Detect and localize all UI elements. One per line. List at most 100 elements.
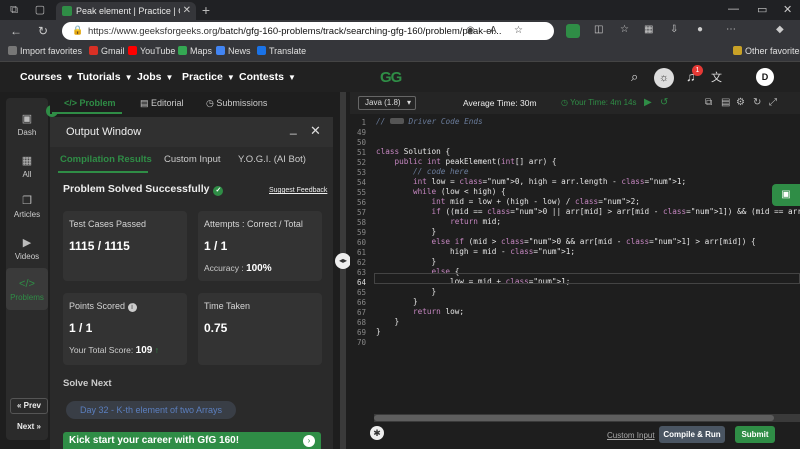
document-icon[interactable]: ▤ xyxy=(721,97,730,108)
next-button[interactable]: Next » xyxy=(10,420,48,436)
favorites-icon[interactable]: ☆ xyxy=(620,24,629,35)
browser-tab[interactable]: Peak element | Practice | GeeksforGeeks … xyxy=(56,2,196,20)
compile-run-button[interactable]: Compile & Run xyxy=(659,426,725,443)
bookmark-maps[interactable]: Maps xyxy=(178,46,212,56)
chat-icon[interactable]: ▣ xyxy=(772,184,800,206)
close-tab-icon[interactable]: ✕ xyxy=(183,5,191,16)
bookmark-translate[interactable]: Translate xyxy=(257,46,306,56)
close-window-icon[interactable]: ✕ xyxy=(783,3,792,16)
new-tab-icon[interactable]: + xyxy=(200,3,212,17)
chevron-down-icon: ▼ xyxy=(66,73,74,82)
language-select[interactable]: Java (1.8) ▾ xyxy=(358,96,416,110)
prev-button[interactable]: « Prev xyxy=(10,398,48,414)
info-icon: i xyxy=(127,303,137,312)
copilot-icon[interactable]: ◆ xyxy=(776,24,784,35)
promo-banner[interactable]: Kick start your career with GfG 160! › xyxy=(63,432,321,449)
tab-compilation-results[interactable]: Compilation Results xyxy=(60,154,152,165)
horizontal-scrollbar[interactable] xyxy=(374,414,800,422)
custom-input-link[interactable]: Custom Input xyxy=(607,431,655,440)
play-timer-icon[interactable]: ▶ xyxy=(644,97,652,108)
bookmark-news[interactable]: News xyxy=(216,46,251,56)
scrollbar-thumb[interactable] xyxy=(374,415,774,421)
url-path: /batch/gfg-160-problems/track/searching-… xyxy=(217,26,502,37)
refresh-icon[interactable]: ↻ xyxy=(38,24,48,38)
split-screen-icon[interactable]: ◫ xyxy=(594,24,603,35)
more-icon[interactable]: ⋯ xyxy=(726,24,736,35)
other-favorites[interactable]: Other favorites xyxy=(733,46,800,56)
gfg-logo-icon[interactable]: GG xyxy=(380,69,402,86)
next-problem-chip[interactable]: Day 32 - K-th element of two Arrays xyxy=(66,401,236,419)
problem-tabs: </> Problem ▤ Editorial ◷ Submissions xyxy=(50,92,340,114)
suggest-feedback-link[interactable]: Suggest Feedback xyxy=(269,187,327,194)
downloads-icon[interactable]: ⇩ xyxy=(670,24,678,35)
line-number: 1 xyxy=(361,118,366,127)
sidebar-item-dash[interactable]: ▣ Dash xyxy=(6,112,48,137)
tab-actions-icon[interactable]: ▢ xyxy=(34,4,46,16)
avatar[interactable]: D xyxy=(756,68,774,86)
code-line: } xyxy=(376,287,437,296)
tab-yogi-bot[interactable]: Y.O.G.I. (AI Bot) xyxy=(238,154,306,165)
grid-icon: ▦ xyxy=(21,155,33,167)
code-line: while (low < high) { xyxy=(413,187,506,196)
menu-practice[interactable]: Practice ▼ xyxy=(182,71,235,83)
minimize-icon[interactable]: — xyxy=(728,3,739,15)
bookmark-import-favorites[interactable]: Import favorites xyxy=(8,46,82,56)
points-card: Points Scored i 1 / 1 Your Total Score: … xyxy=(63,293,187,365)
resize-handle-icon[interactable]: ◂▸ xyxy=(335,253,351,269)
collections-icon[interactable]: ▦ xyxy=(644,24,653,35)
output-window-title: Output Window xyxy=(66,126,142,138)
video-icon: ▶ xyxy=(22,237,32,249)
menu-jobs[interactable]: Jobs ▼ xyxy=(137,71,173,83)
bookmark-youtube[interactable]: YouTube xyxy=(128,46,175,56)
solve-next-heading: Solve Next xyxy=(63,378,112,389)
tab-custom-input[interactable]: Custom Input xyxy=(164,154,221,165)
sidebar-item-problems[interactable]: </> Problems xyxy=(6,268,48,310)
submit-button[interactable]: Submit xyxy=(735,426,775,443)
menu-courses[interactable]: Courses ▼ xyxy=(20,71,74,83)
tab-problem[interactable]: </> Problem xyxy=(64,98,116,108)
code-line: else if (mid > class="num">0 && arr[mid … xyxy=(431,237,756,246)
banner-text: Kick start your career with GfG 160! xyxy=(69,435,240,446)
read-aloud-icon[interactable]: A xyxy=(490,25,497,36)
translate-icon[interactable]: 文 xyxy=(711,69,722,85)
chevron-down-icon: ▼ xyxy=(287,73,296,82)
theme-toggle-icon[interactable]: ☼ xyxy=(654,68,674,88)
browser-tab-bar: ⧉ ▢ Peak element | Practice | GeeksforGe… xyxy=(0,0,800,20)
menu-contests[interactable]: Contests ▼ xyxy=(239,71,296,83)
close-icon[interactable]: ✕ xyxy=(310,123,321,139)
code-editor[interactable]: // Driver Code Ends class Solution { publ… xyxy=(374,114,800,414)
tab-editorial[interactable]: ▤ Editorial xyxy=(140,98,184,109)
settings-icon[interactable]: ⚙ xyxy=(736,97,745,108)
fullscreen-icon[interactable]: ⤢ xyxy=(769,97,777,108)
bookmark-gmail[interactable]: Gmail xyxy=(89,46,125,56)
back-icon[interactable]: ← xyxy=(10,24,22,38)
sidebar-item-articles[interactable]: ❐ Articles xyxy=(6,194,48,219)
code-line: // code here xyxy=(376,167,469,176)
tab-submissions[interactable]: ◷ Submissions xyxy=(206,98,267,109)
pane-splitter[interactable] xyxy=(340,92,346,449)
test-cases-value: 1115 / 1115 xyxy=(69,239,130,253)
reset-timer-icon[interactable]: ↺ xyxy=(660,97,668,108)
attempts-card: Attempts : Correct / Total 1 / 1 Accurac… xyxy=(198,211,322,281)
menu-tutorials[interactable]: Tutorials ▼ xyxy=(77,71,132,83)
maximize-icon[interactable]: ▭ xyxy=(757,3,767,16)
search-icon[interactable]: ⌕ xyxy=(631,69,638,85)
minimize-icon[interactable]: _ xyxy=(290,121,297,135)
favorite-star-icon[interactable]: ☆ xyxy=(514,25,523,36)
lightbulb-icon[interactable]: ✱ xyxy=(370,426,384,440)
extension-icon[interactable] xyxy=(566,24,580,38)
arrow-right-icon[interactable]: › xyxy=(303,435,315,447)
tab-title: Peak element | Practice | GeeksforGeeks xyxy=(76,6,180,16)
code-line: } xyxy=(376,317,400,326)
copy-icon[interactable]: ⧉ xyxy=(705,97,712,108)
code-line: } xyxy=(376,327,381,336)
reset-code-icon[interactable]: ↻ xyxy=(753,97,761,108)
sidebar-item-all[interactable]: ▦ All xyxy=(6,154,48,179)
tracking-icon[interactable]: ◉ xyxy=(466,25,475,36)
url-field[interactable]: 🔒 https://www.geeksforgeeks.org/batch/gf… xyxy=(62,22,554,40)
site-nav: Courses ▼ Tutorials ▼ Jobs ▼ Practice ▼ Cont… xyxy=(0,62,800,92)
workspaces-icon[interactable]: ⧉ xyxy=(8,4,20,16)
line-number: 66 xyxy=(356,298,366,307)
profile-icon[interactable]: ● xyxy=(697,24,703,35)
sidebar-item-videos[interactable]: ▶ Videos xyxy=(6,236,48,261)
